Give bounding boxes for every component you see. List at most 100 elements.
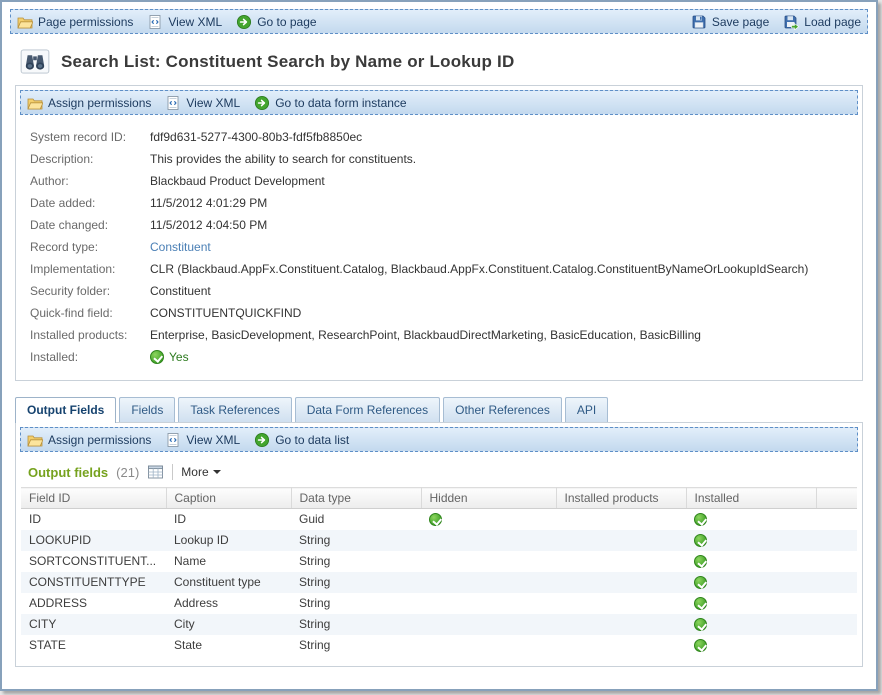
- cell-hidden: [421, 614, 556, 635]
- cell-installed: [686, 593, 816, 614]
- table-row[interactable]: LOOKUPID Lookup ID String: [21, 530, 857, 551]
- chevron-down-icon: [213, 470, 221, 474]
- cell-field-id: ID: [21, 509, 166, 530]
- prop-value: CLR (Blackbaud.AppFx.Constituent.Catalog…: [150, 258, 808, 280]
- check-icon: [429, 513, 442, 526]
- cell-installed-products: [556, 614, 686, 635]
- check-icon: [694, 639, 707, 652]
- view-xml-button[interactable]: View XML: [147, 14, 222, 30]
- load-page-button[interactable]: Load page: [783, 14, 861, 30]
- columns-grid-icon[interactable]: [147, 464, 164, 480]
- page-permissions-label: Page permissions: [38, 15, 133, 29]
- load-page-label: Load page: [804, 15, 861, 29]
- save-page-label: Save page: [712, 15, 769, 29]
- cell-caption: Address: [166, 593, 291, 614]
- col-installed-products[interactable]: Installed products: [556, 488, 686, 509]
- table-row[interactable]: STATE State String: [21, 635, 857, 656]
- col-hidden[interactable]: Hidden: [421, 488, 556, 509]
- cell-data-type: String: [291, 593, 421, 614]
- table-row[interactable]: SORTCONSTITUENT... Name String: [21, 551, 857, 572]
- load-disk-icon: [783, 14, 799, 30]
- cell-hidden: [421, 551, 556, 572]
- list-toolbar: Assign permissions View XML Go to data l…: [20, 427, 858, 452]
- table-row[interactable]: CITY City String: [21, 614, 857, 635]
- cell-caption: State: [166, 635, 291, 656]
- cell-data-type: String: [291, 572, 421, 593]
- cell-field-id: STATE: [21, 635, 166, 656]
- prop-label: Implementation:: [30, 258, 150, 280]
- prop-date-added: Date added: 11/5/2012 4:01:29 PM: [30, 192, 850, 214]
- view-xml-button[interactable]: View XML: [165, 95, 240, 111]
- assign-permissions-button[interactable]: Assign permissions: [27, 432, 151, 448]
- prop-label: System record ID:: [30, 126, 150, 148]
- cell-caption: City: [166, 614, 291, 635]
- property-list: System record ID: fdf9d631-5277-4300-80b…: [16, 119, 862, 380]
- col-data-type[interactable]: Data type: [291, 488, 421, 509]
- go-to-page-button[interactable]: Go to page: [236, 14, 316, 30]
- page-title: Search List: Constituent Search by Name …: [61, 52, 514, 72]
- go-arrow-icon: [254, 95, 270, 111]
- assign-permissions-button[interactable]: Assign permissions: [27, 95, 151, 111]
- prop-value-installed: Yes: [150, 346, 189, 368]
- prop-installed-products: Installed products: Enterprise, BasicDev…: [30, 324, 850, 346]
- prop-installed: Installed: Yes: [30, 346, 850, 368]
- save-page-button[interactable]: Save page: [691, 14, 769, 30]
- go-to-data-list-button[interactable]: Go to data list: [254, 432, 349, 448]
- prop-value: Blackbaud Product Development: [150, 170, 325, 192]
- go-to-data-form-instance-button[interactable]: Go to data form instance: [254, 95, 406, 111]
- prop-author: Author: Blackbaud Product Development: [30, 170, 850, 192]
- tab-api[interactable]: API: [565, 397, 608, 422]
- cell-installed: [686, 509, 816, 530]
- prop-record-type: Record type: Constituent: [30, 236, 850, 258]
- view-xml-button[interactable]: View XML: [165, 432, 240, 448]
- cell-hidden: [421, 635, 556, 656]
- table-row[interactable]: CONSTITUENTTYPE Constituent type String: [21, 572, 857, 593]
- check-icon: [694, 534, 707, 547]
- record-type-link[interactable]: Constituent: [150, 236, 211, 258]
- col-caption[interactable]: Caption: [166, 488, 291, 509]
- cell-data-type: String: [291, 635, 421, 656]
- toolbar-separator: [172, 464, 173, 480]
- tab-task-references[interactable]: Task References: [178, 397, 291, 422]
- cell-spacer: [816, 614, 857, 635]
- prop-label: Author:: [30, 170, 150, 192]
- cell-installed-products: [556, 635, 686, 656]
- prop-value: Constituent: [150, 280, 211, 302]
- page-toolbar-right: Save page Load page: [691, 14, 861, 30]
- prop-value: Enterprise, BasicDevelopment, ResearchPo…: [150, 324, 701, 346]
- cell-spacer: [816, 572, 857, 593]
- tab-output-fields[interactable]: Output Fields: [15, 397, 116, 423]
- detail-panel: Assign permissions View XML Go to data f…: [15, 85, 863, 381]
- output-fields-title: Output fields: [28, 465, 108, 480]
- tab-other-references[interactable]: Other References: [443, 397, 562, 422]
- page-header: Search List: Constituent Search by Name …: [2, 34, 876, 78]
- col-field-id[interactable]: Field ID: [21, 488, 166, 509]
- prop-security-folder: Security folder: Constituent: [30, 280, 850, 302]
- cell-data-type: String: [291, 530, 421, 551]
- col-spacer: [816, 488, 857, 509]
- cell-spacer: [816, 593, 857, 614]
- more-button[interactable]: More: [181, 465, 220, 479]
- cell-installed-products: [556, 593, 686, 614]
- cell-hidden: [421, 509, 556, 530]
- permissions-folder-icon: [27, 432, 43, 448]
- page-permissions-button[interactable]: Page permissions: [17, 14, 133, 30]
- cell-caption: Lookup ID: [166, 530, 291, 551]
- cell-hidden: [421, 530, 556, 551]
- col-installed[interactable]: Installed: [686, 488, 816, 509]
- table-row[interactable]: ID ID Guid: [21, 509, 857, 530]
- tab-data-form-references[interactable]: Data Form References: [295, 397, 440, 422]
- cell-field-id: LOOKUPID: [21, 530, 166, 551]
- table-row[interactable]: ADDRESS Address String: [21, 593, 857, 614]
- assign-permissions-label: Assign permissions: [48, 433, 151, 447]
- tab-fields[interactable]: Fields: [119, 397, 175, 422]
- cell-data-type: String: [291, 551, 421, 572]
- tab-strip: Output Fields Fields Task References Dat…: [15, 397, 863, 422]
- check-icon: [150, 350, 164, 364]
- prop-label: Date added:: [30, 192, 150, 214]
- cell-installed: [686, 530, 816, 551]
- go-arrow-icon: [254, 432, 270, 448]
- cell-spacer: [816, 530, 857, 551]
- output-fields-panel: Assign permissions View XML Go to data l…: [15, 422, 863, 667]
- prop-description: Description: This provides the ability t…: [30, 148, 850, 170]
